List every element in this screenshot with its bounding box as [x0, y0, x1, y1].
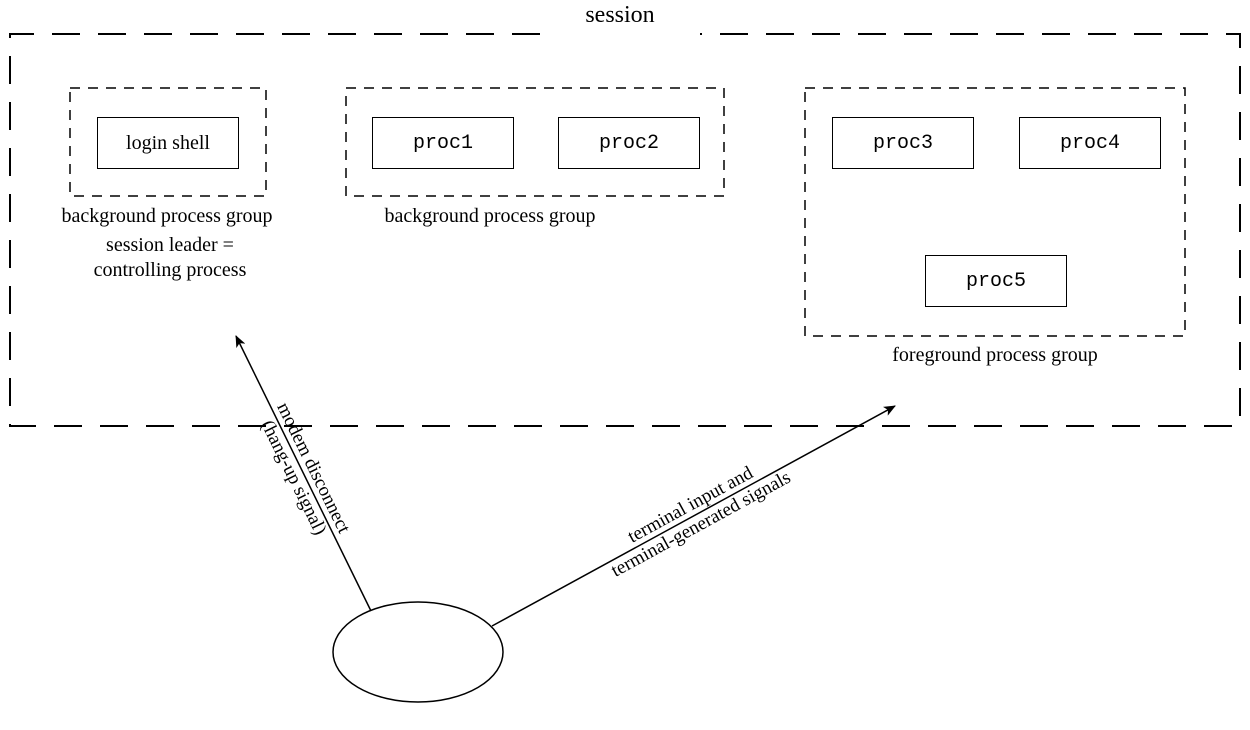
bg2-group-label: background process group: [345, 204, 635, 229]
session-title: session: [520, 0, 720, 30]
arrow-io-label-1: terminal input and: [624, 462, 757, 547]
arrow-hangup: [236, 336, 371, 611]
process-proc4: proc4: [1019, 117, 1161, 169]
controlling-terminal-label: controlling terminal: [347, 627, 487, 675]
bg1-group-label: background process group: [22, 204, 312, 229]
process-proc3: proc3: [832, 117, 974, 169]
arrow-hangup-label-2: (hang-up signal): [257, 417, 331, 538]
arrow-hangup-label-1: modem disconnect: [272, 399, 354, 537]
process-proc1: proc1: [372, 117, 514, 169]
arrow-io-label-2: terminal-generated signals: [608, 467, 795, 582]
bg1-group-sublabel: session leader = controlling process: [55, 233, 285, 283]
arrow-terminal-io: [492, 406, 895, 626]
diagram-canvas: session login shell proc1 proc2 proc3 pr…: [0, 0, 1250, 730]
process-proc5: proc5: [925, 255, 1067, 307]
process-proc2: proc2: [558, 117, 700, 169]
process-login-shell: login shell: [97, 117, 239, 169]
fg-group-label: foreground process group: [810, 343, 1180, 368]
